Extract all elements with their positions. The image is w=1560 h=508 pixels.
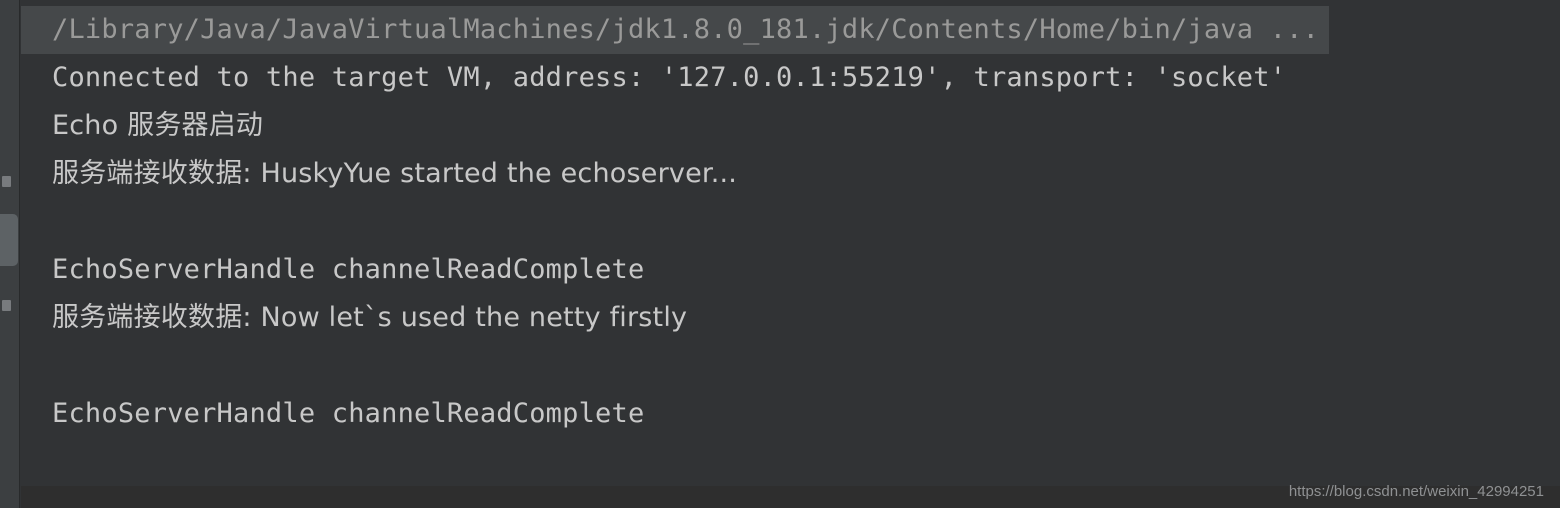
watermark-url: https://blog.csdn.net/weixin_42994251 xyxy=(1288,483,1544,500)
console-line-channel-read-complete-2: EchoServerHandle channelReadComplete xyxy=(52,398,645,429)
console-line-server-received-2: 服务端接收数据: Now let`s used the netty firstl… xyxy=(52,302,688,333)
console-line-blank-2 xyxy=(21,342,1560,390)
tool-window-button-lower[interactable] xyxy=(2,300,11,311)
ide-console-window: /Library/Java/JavaVirtualMachines/jdk1.8… xyxy=(0,0,1560,508)
console-line-command: /Library/Java/JavaVirtualMachines/jdk1.8… xyxy=(21,6,1330,54)
tool-window-button-upper[interactable] xyxy=(2,176,11,187)
tool-window-gutter xyxy=(0,0,20,508)
console-line-channel-read-complete-1: EchoServerHandle channelReadComplete xyxy=(52,254,645,285)
console-line-blank-1 xyxy=(21,198,1560,246)
console-line-echo-start: Echo 服务器启动 xyxy=(52,110,264,141)
console-line-command-row: /Library/Java/JavaVirtualMachines/jdk1.8… xyxy=(21,6,1560,54)
console-output-panel[interactable]: /Library/Java/JavaVirtualMachines/jdk1.8… xyxy=(21,0,1560,486)
console-line-server-received-1: 服务端接收数据: HuskyYue started the echoserver… xyxy=(52,158,738,189)
tool-window-button-active[interactable] xyxy=(0,214,18,266)
console-line-connected: Connected to the target VM, address: '12… xyxy=(52,62,1287,93)
